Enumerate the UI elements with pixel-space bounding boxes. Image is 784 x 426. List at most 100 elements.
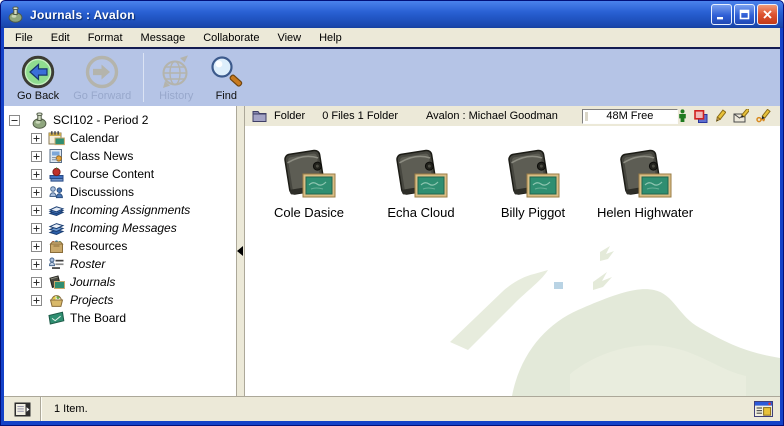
tree-item-sci102-period-2[interactable]: SCI102 - Period 2 (4, 111, 236, 129)
compose-icon[interactable] (733, 109, 749, 123)
expand-box-icon[interactable] (31, 259, 42, 270)
journal-item-label: Cole Dasice (274, 205, 344, 220)
journal-item-cole-dasice[interactable]: Cole Dasice (257, 147, 361, 220)
expand-box-icon[interactable] (31, 151, 42, 162)
title-bar: Journals : Avalon (1, 1, 783, 28)
tree-item-class-news[interactable]: Class News (4, 147, 236, 165)
free-space-indicator: 48M Free (582, 109, 678, 124)
sign-icon[interactable] (756, 109, 772, 123)
expand-box-icon[interactable] (31, 187, 42, 198)
history-button: History (151, 53, 201, 103)
tree-item-label: Discussions (70, 185, 134, 199)
journal-item-label: Echa Cloud (387, 205, 454, 220)
maximize-button[interactable] (734, 4, 755, 25)
tree-item-label: SCI102 - Period 2 (53, 113, 148, 127)
toolbar-button-label: Find (216, 90, 237, 102)
projects-icon (48, 292, 65, 308)
journal-book-icon (280, 147, 338, 203)
flask-icon (31, 112, 48, 128)
journal-item-label: Helen Highwater (597, 205, 693, 220)
go-back-button[interactable]: Go Back (10, 53, 66, 103)
folder-label: Folder (274, 110, 305, 122)
tree-item-incoming-assignments[interactable]: Incoming Assignments (4, 201, 236, 219)
folder-view: Cole Dasice Echa Cloud Billy Piggot Helen H… (245, 126, 780, 396)
journal-item-label: Billy Piggot (501, 205, 565, 220)
journal-items: Cole Dasice Echa Cloud Billy Piggot Helen H… (245, 126, 780, 220)
menu-item-edit[interactable]: Edit (42, 30, 79, 46)
journal-book-icon (504, 147, 562, 203)
content-panel: Folder 0 Files 1 Folder Avalon : Michael… (245, 106, 780, 396)
menu-item-collaborate[interactable]: Collaborate (194, 30, 268, 46)
menu-item-file[interactable]: File (6, 30, 42, 46)
minimize-icon (716, 9, 727, 20)
expand-box-icon[interactable] (31, 133, 42, 144)
journals-icon (48, 274, 65, 290)
menu-item-message[interactable]: Message (132, 30, 195, 46)
course-tree: SCI102 - Period 2 Calendar Class News Cours… (4, 111, 236, 327)
find-icon (208, 54, 244, 90)
tree-item-label: Resources (70, 239, 127, 253)
expand-box-icon[interactable] (31, 241, 42, 252)
journal-item-echa-cloud[interactable]: Echa Cloud (369, 147, 473, 220)
status-panel-toggle-icon[interactable] (4, 397, 41, 421)
header-action-icons (678, 109, 772, 123)
assignments-icon (48, 202, 65, 218)
history-icon (158, 54, 194, 90)
tree-item-label: Roster (70, 257, 105, 271)
toolbar: Go Back Go Forward History Find (4, 49, 780, 106)
panel-splitter[interactable] (237, 106, 245, 396)
tree-item-resources[interactable]: Resources (4, 237, 236, 255)
file-count-label: 0 Files 1 Folder (322, 110, 398, 122)
toolbar-button-label: Go Forward (73, 90, 131, 102)
tree-item-roster[interactable]: Roster (4, 255, 236, 273)
flask-icon (7, 6, 25, 24)
course-tree-panel: SCI102 - Period 2 Calendar Class News Cours… (4, 106, 237, 396)
tree-item-journals[interactable]: Journals (4, 273, 236, 291)
minimize-button[interactable] (711, 4, 732, 25)
toolbar-button-label: Go Back (17, 90, 59, 102)
close-icon (762, 9, 773, 20)
main-split: SCI102 - Period 2 Calendar Class News Cours… (4, 106, 780, 396)
item-count-label: 1 Item. (54, 403, 88, 415)
app-window: Journals : Avalon FileEditFormatMessageC… (0, 0, 784, 426)
free-space-label: 48M Free (606, 110, 653, 122)
person-icon[interactable] (678, 109, 687, 123)
expand-box-icon[interactable] (31, 277, 42, 288)
collapse-tree-arrow-icon[interactable] (237, 246, 243, 256)
tree-item-incoming-messages[interactable]: Incoming Messages (4, 219, 236, 237)
collapse-box-icon[interactable] (9, 115, 20, 126)
window-body: FileEditFormatMessageCollaborateViewHelp… (4, 28, 780, 421)
tree-item-label: Incoming Assignments (70, 203, 190, 217)
tree-item-discussions[interactable]: Discussions (4, 183, 236, 201)
find-button[interactable]: Find (201, 53, 251, 103)
news-icon (48, 148, 65, 164)
expand-box-icon[interactable] (31, 223, 42, 234)
tree-item-label: Class News (70, 149, 133, 163)
expand-box-icon[interactable] (31, 169, 42, 180)
menu-item-view[interactable]: View (268, 30, 310, 46)
tree-item-course-content[interactable]: Course Content (4, 165, 236, 183)
owner-label: Avalon : Michael Goodman (426, 110, 558, 122)
close-button[interactable] (757, 4, 778, 25)
go-forward-button: Go Forward (66, 53, 138, 103)
tree-item-the-board[interactable]: The Board (4, 309, 236, 327)
tree-item-calendar[interactable]: Calendar (4, 129, 236, 147)
expand-box-icon[interactable] (31, 295, 42, 306)
status-window-icon[interactable] (754, 401, 773, 417)
toolbar-button-label: History (159, 90, 193, 102)
journal-item-billy-piggot[interactable]: Billy Piggot (481, 147, 585, 220)
pencil-icon[interactable] (715, 109, 726, 123)
menu-item-help[interactable]: Help (310, 30, 351, 46)
go-forward-icon (84, 54, 120, 90)
tree-item-label: Calendar (70, 131, 119, 145)
board-icon (48, 310, 65, 326)
menu-bar: FileEditFormatMessageCollaborateViewHelp (4, 28, 780, 47)
expand-box-icon[interactable] (31, 205, 42, 216)
messages-icon (48, 220, 65, 236)
menu-item-format[interactable]: Format (79, 30, 132, 46)
journal-item-helen-highwater[interactable]: Helen Highwater (593, 147, 697, 220)
tree-item-label: Incoming Messages (70, 221, 177, 235)
tree-item-projects[interactable]: Projects (4, 291, 236, 309)
resources-icon (48, 238, 65, 254)
layers-icon[interactable] (694, 110, 708, 123)
